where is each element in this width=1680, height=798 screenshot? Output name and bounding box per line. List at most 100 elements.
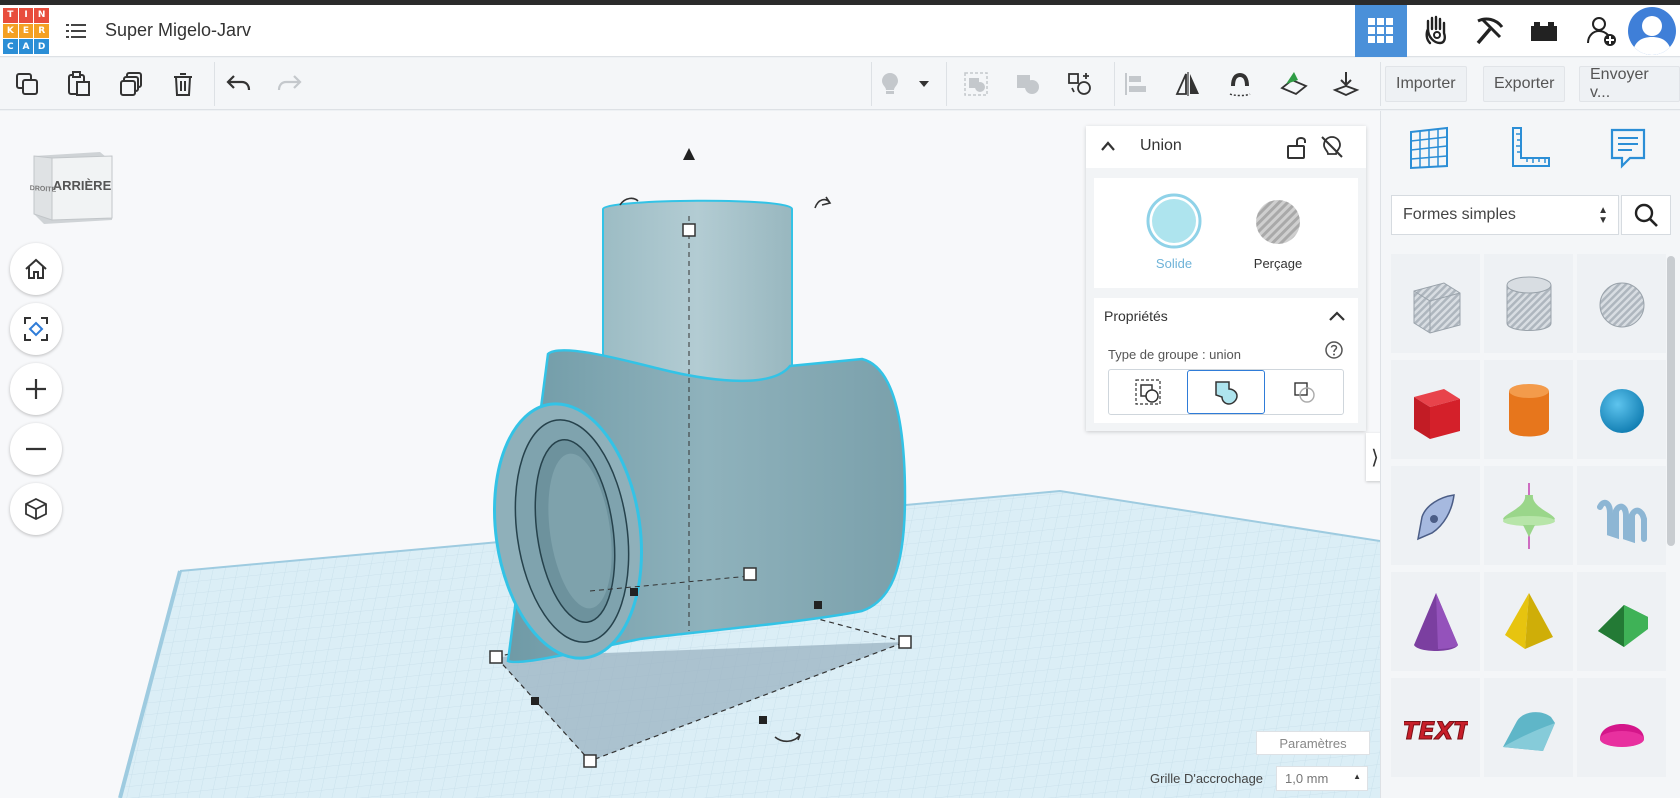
shape-sphere-hole[interactable] (1577, 254, 1666, 353)
box-hole-icon (1413, 281, 1460, 334)
redo-button[interactable] (272, 66, 308, 102)
workplane-button[interactable] (1276, 66, 1312, 102)
snap-grid-select[interactable]: 1,0 mm ▲ (1276, 766, 1368, 791)
group-button[interactable] (958, 66, 994, 102)
shape-cylinder-hole[interactable] (1484, 254, 1573, 353)
logo-letter: C (3, 39, 18, 54)
ruler-tool-button[interactable] (1504, 123, 1554, 173)
shape-roof[interactable] (1577, 572, 1666, 671)
lightbulb-icon (882, 73, 898, 94)
avatar[interactable] (1628, 7, 1676, 55)
hole-label[interactable]: Perçage (1238, 256, 1318, 271)
shape-text[interactable]: TEXT (1391, 678, 1480, 777)
export-button[interactable]: Exporter (1483, 66, 1566, 102)
undo-button[interactable] (220, 66, 256, 102)
view-cube[interactable]: ARRIÈRE DROITE (30, 146, 114, 226)
shape-pyramid[interactable] (1484, 572, 1573, 671)
plus-icon (26, 379, 46, 399)
ungroup-button[interactable] (1010, 66, 1046, 102)
shape-cone[interactable] (1391, 572, 1480, 671)
paste-button[interactable] (61, 66, 97, 102)
solid-swatch[interactable] (1146, 193, 1202, 249)
rotate-handle[interactable] (814, 196, 832, 209)
group-type-union-button[interactable] (1187, 370, 1265, 414)
logo-letter: E (18, 23, 34, 39)
mirror-button[interactable] (1170, 66, 1206, 102)
height-handle[interactable] (682, 223, 696, 237)
shape-cylinder[interactable] (1484, 360, 1573, 459)
brick-icon (1531, 22, 1557, 41)
workplane-tool-button[interactable] (1404, 123, 1454, 173)
align-button[interactable] (1062, 66, 1098, 102)
edge-handle[interactable] (814, 601, 822, 609)
shape-sphere[interactable] (1577, 360, 1666, 459)
zoom-out-button[interactable] (10, 423, 62, 475)
panel-scrollbar[interactable] (1667, 256, 1675, 546)
edge-handle[interactable] (630, 588, 638, 596)
shape-search-button[interactable] (1621, 195, 1671, 235)
snap-grid-label: Grille D'accrochage (1150, 771, 1264, 786)
corner-handle[interactable] (898, 635, 912, 649)
shape-box[interactable] (1391, 360, 1480, 459)
shape-paraboloid[interactable] (1484, 466, 1573, 565)
delete-button[interactable] (165, 66, 201, 102)
group-type-color-button[interactable] (1265, 370, 1343, 414)
lift-arrow-handle[interactable] (683, 148, 695, 160)
send-to-button[interactable]: Envoyer v... (1579, 66, 1680, 102)
hole-swatch[interactable] (1255, 199, 1301, 245)
help-icon[interactable] (1324, 340, 1344, 360)
duplicate-button[interactable] (113, 66, 149, 102)
show-hidden-button[interactable] (872, 66, 908, 102)
ruler-icon (1512, 127, 1550, 167)
bricks-button[interactable] (1518, 5, 1570, 57)
blocks-button[interactable] (1410, 5, 1462, 57)
cruise-button[interactable] (1222, 66, 1258, 102)
zoom-in-button[interactable] (10, 363, 62, 415)
hide-lightbulb-icon[interactable] (1319, 134, 1345, 160)
copy-button[interactable] (9, 66, 45, 102)
shape-text-waves[interactable] (1577, 466, 1666, 565)
edge-handle[interactable] (531, 697, 539, 705)
corner-handle[interactable] (489, 650, 503, 664)
align-objects-button[interactable] (1118, 66, 1154, 102)
add-user-button[interactable] (1576, 5, 1628, 57)
ungroup-icon (1017, 75, 1039, 94)
logo-letter: K (3, 23, 18, 39)
home-icon (25, 258, 47, 279)
tinkercad-logo[interactable]: TIN KER CAD (3, 8, 49, 54)
chevron-up-icon[interactable] (1100, 140, 1116, 152)
project-title[interactable]: Super Migelo-Jarv (105, 20, 251, 41)
settings-button[interactable]: Paramètres (1256, 731, 1370, 755)
shape-box-hole[interactable] (1391, 254, 1480, 353)
menu-icon[interactable] (66, 22, 86, 40)
drop-button[interactable] (1328, 66, 1364, 102)
notes-tool-button[interactable] (1603, 123, 1653, 173)
edge-handle[interactable] (759, 716, 767, 724)
toolbar-separator (1380, 62, 1381, 106)
unlock-icon[interactable] (1285, 134, 1309, 160)
home-view-button[interactable] (10, 243, 62, 295)
svg-text:TEXT: TEXT (1404, 717, 1468, 745)
shape-half-cylinder[interactable] (1484, 678, 1573, 777)
fit-view-button[interactable] (10, 303, 62, 355)
corner-handle[interactable] (583, 754, 597, 768)
shape-half-sphere[interactable] (1577, 678, 1666, 777)
solid-label[interactable]: Solide (1134, 256, 1214, 271)
note-icon (1610, 128, 1646, 169)
chevron-up-icon[interactable] (1328, 310, 1346, 322)
group-type-shapes-button[interactable] (1109, 370, 1187, 414)
resize-handle[interactable] (743, 567, 757, 581)
user-avatar-icon (1632, 16, 1672, 55)
grid-view-button[interactable] (1355, 5, 1407, 57)
shape-scribble[interactable] (1391, 466, 1480, 565)
lightbulb-dropdown[interactable] (914, 66, 934, 102)
paraboloid-icon (1502, 482, 1555, 549)
cylinder-icon (1508, 383, 1549, 436)
shape-inspector: Union Solide Perçage Propriétés Type de … (1086, 126, 1366, 431)
union-icon (1215, 381, 1238, 405)
import-button[interactable]: Importer (1385, 66, 1467, 102)
shape-category-select[interactable]: Formes simples ▲ ▼ (1391, 195, 1619, 235)
minecraft-button[interactable] (1464, 5, 1516, 57)
perspective-button[interactable] (10, 483, 62, 535)
cube-icon (25, 497, 47, 521)
